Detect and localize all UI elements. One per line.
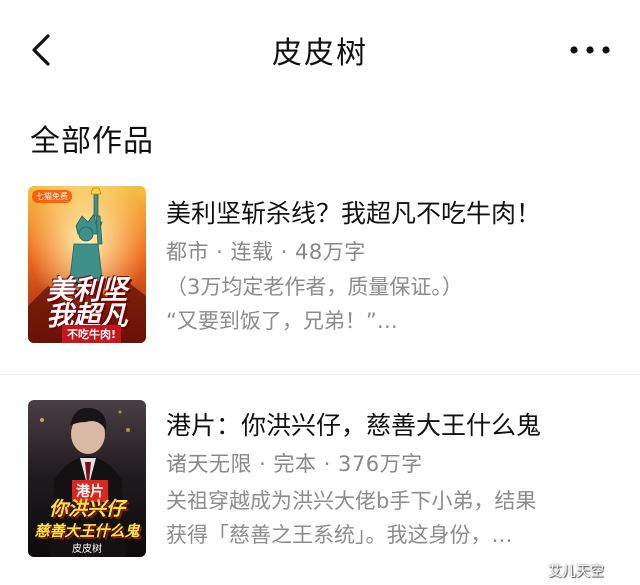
more-horizontal-icon	[570, 46, 610, 54]
book-meta: 都市 · 连载 · 48万字	[166, 240, 366, 264]
cover-subtitle: 不吃牛肉!	[62, 325, 122, 343]
book-title[interactable]: 美利坚斩杀线？我超凡不吃牛肉！	[166, 194, 541, 230]
book-list-item[interactable]: 七猫免费 美利坚 我超凡 不吃牛肉! 美利坚斩杀线？我超凡不吃牛肉！ 都市 · …	[0, 176, 640, 372]
top-navigation-bar: 皮皮树	[0, 0, 640, 100]
description-line: （3万均定老作者，质量保证。）	[166, 275, 463, 299]
cover-title-text: 你洪兴仔 慈善大王什么鬼	[32, 498, 142, 542]
book-description: 关祖穿越成为洪兴大佬b手下小弟，结果 获得「慈善之王系统」。我这身份，…	[166, 484, 616, 552]
description-line: 关祖穿越成为洪兴大佬b手下小弟，结果	[166, 489, 537, 513]
description-line: 获得「慈善之王系统」。我这身份，…	[166, 523, 513, 547]
book-meta: 诸天无限 · 完本 · 376万字	[166, 452, 423, 476]
description-line: “又要到饭了，兄弟！”…	[166, 309, 398, 333]
book-cover[interactable]: 七猫免费 美利坚 我超凡 不吃牛肉!	[28, 186, 146, 343]
section-title-all-works: 全部作品	[30, 124, 154, 159]
watermark-text: 艾儿天空	[548, 564, 604, 580]
book-title[interactable]: 港片：你洪兴仔，慈善大王什么鬼	[166, 406, 541, 442]
book-cover[interactable]: 港片 你洪兴仔 慈善大王什么鬼 皮皮树	[28, 400, 146, 557]
cover-title-line: 慈善大王什么鬼	[34, 522, 140, 540]
book-list-item[interactable]: 港片 你洪兴仔 慈善大王什么鬼 皮皮树 港片：你洪兴仔，慈善大王什么鬼 诸天无限…	[0, 390, 640, 585]
cover-author: 皮皮树	[72, 544, 102, 555]
cover-title-text: 美利坚 我超凡	[32, 277, 142, 330]
more-options-button[interactable]	[566, 36, 614, 64]
list-divider	[0, 374, 640, 375]
cover-publisher-tag: 七猫免费	[32, 190, 72, 203]
book-description: （3万均定老作者，质量保证。） “又要到饭了，兄弟！”…	[166, 270, 616, 338]
page-title: 皮皮树	[272, 36, 368, 71]
cover-title-line: 你洪兴仔	[48, 498, 125, 520]
